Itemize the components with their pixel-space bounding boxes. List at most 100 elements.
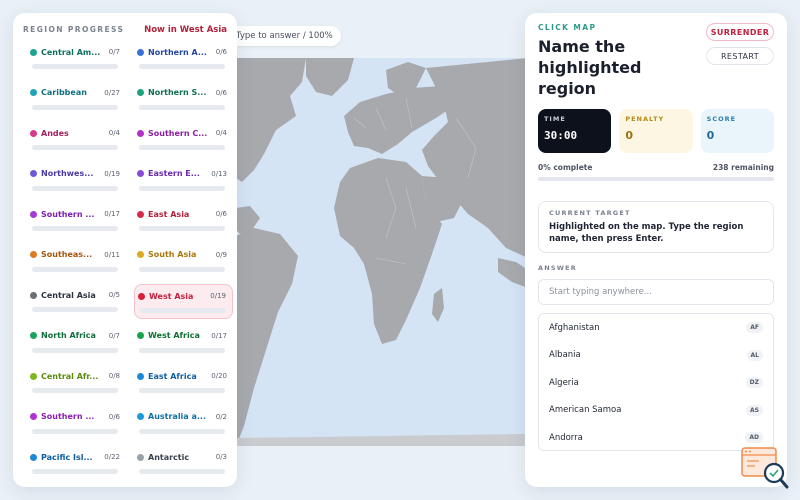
region-name: South Asia <box>148 250 197 259</box>
answer-label: ANSWER <box>538 264 577 272</box>
region-item-header: Eastern E... 0/13 <box>137 166 227 182</box>
region-color-dot-icon <box>30 129 37 137</box>
region-item[interactable]: Northern S... 0/6 <box>134 82 233 117</box>
region-color-dot-icon <box>137 210 144 218</box>
region-name: Pacific Isl... <box>41 452 93 462</box>
region-name: Central Afr... <box>41 371 99 381</box>
region-item-header: Andes 0/4 <box>30 125 120 141</box>
region-name: Antarctic <box>148 452 190 462</box>
region-color-dot-icon <box>137 372 144 380</box>
current-region-indicator: Now in West Asia <box>144 24 227 35</box>
region-name: East Africa <box>148 371 197 381</box>
region-item[interactable]: Caribbean 0/27 <box>27 82 126 117</box>
region-color-dot-icon <box>137 413 144 420</box>
answer-input[interactable] <box>538 279 774 305</box>
penalty-value: 0 <box>625 129 633 142</box>
region-count: 0/17 <box>104 210 120 218</box>
region-item-header: East Asia 0/6 <box>137 206 227 222</box>
region-progress-bar <box>32 185 118 191</box>
region-item-header: Australia a... 0/2 <box>137 409 227 425</box>
region-count: 0/3 <box>215 453 227 461</box>
region-color-dot-icon <box>137 170 144 177</box>
penalty-label: PENALTY <box>625 115 665 123</box>
region-count: 0/11 <box>104 250 120 259</box>
current-target-text: Highlighted on the map. Type the region … <box>549 222 744 244</box>
region-item[interactable]: Southeas... 0/11 <box>27 244 126 279</box>
region-count: 0/6 <box>108 412 120 421</box>
region-color-dot-icon <box>137 332 144 339</box>
region-item[interactable]: East Africa 0/20 <box>134 365 233 400</box>
region-item[interactable]: Antarctic 0/3 <box>134 446 233 481</box>
region-item[interactable]: North Africa 0/7 <box>27 325 126 360</box>
region-item-header: Southern ... 0/17 <box>30 206 120 222</box>
region-item[interactable]: Eastern E... 0/13 <box>134 163 233 198</box>
region-name: Northwes... <box>41 169 94 178</box>
region-item[interactable]: Central Afr... 0/8 <box>27 365 126 400</box>
region-progress-bar <box>139 428 225 434</box>
region-color-dot-icon <box>137 251 144 258</box>
region-item[interactable]: Central Am... 0/7 <box>27 41 126 76</box>
region-progress-bar <box>139 388 225 393</box>
region-progress-panel: REGION PROGRESS Now in West Asia Central… <box>13 13 237 487</box>
region-item[interactable]: Southern ... 0/17 <box>27 203 126 238</box>
region-progress-title: REGION PROGRESS <box>23 25 125 34</box>
region-count: 0/2 <box>215 412 227 421</box>
world-map-svg[interactable] <box>236 58 528 446</box>
region-color-dot-icon <box>30 89 37 96</box>
region-item-header: North Africa 0/7 <box>30 328 120 344</box>
region-item-header: Central Asia 0/5 <box>30 287 120 303</box>
region-item[interactable]: East Asia 0/6 <box>134 203 233 238</box>
suggestion-item[interactable]: Albania AL <box>539 342 773 370</box>
region-count: 0/6 <box>215 88 227 97</box>
region-item[interactable]: Central Asia 0/5 <box>27 284 126 319</box>
progress-row: 0% complete 238 remaining <box>538 163 774 172</box>
region-name: Central Asia <box>41 290 96 300</box>
region-progress-bar <box>32 307 118 312</box>
region-item[interactable]: South Asia 0/9 <box>134 244 233 279</box>
region-color-dot-icon <box>137 48 144 56</box>
suggestion-name: Andorra <box>549 432 583 443</box>
region-item[interactable]: Andes 0/4 <box>27 122 126 157</box>
app-logo-icon <box>741 447 789 489</box>
region-count: 0/7 <box>108 331 120 340</box>
region-item-header: West Asia 0/19 <box>138 288 226 304</box>
suggestion-item[interactable]: American Samoa AS <box>539 397 773 425</box>
suggestion-name: Algeria <box>549 377 579 388</box>
region-item[interactable]: Australia a... 0/2 <box>134 406 233 441</box>
region-item[interactable]: Southern ... 0/6 <box>27 406 126 441</box>
region-color-dot-icon <box>30 453 37 461</box>
region-name: Southeas... <box>41 250 93 259</box>
quiz-title: Name the highlighted region <box>538 37 642 98</box>
region-progress-bar <box>32 388 118 393</box>
score-stat: SCORE 0 <box>700 109 774 153</box>
suggestion-item[interactable]: Andorra AD <box>539 424 773 450</box>
time-value: 30:00 <box>544 129 578 142</box>
region-count: 0/19 <box>104 169 120 178</box>
region-item-header: Northwes... 0/19 <box>30 166 120 182</box>
region-name: Andes <box>41 128 69 138</box>
region-count: 0/22 <box>104 453 120 461</box>
suggestion-name: Albania <box>549 350 581 361</box>
suggestion-list: Afghanistan AF Albania AL Algeria DZ American … <box>538 313 774 451</box>
region-progress-header: REGION PROGRESS Now in West Asia <box>13 13 237 37</box>
region-color-dot-icon <box>137 89 144 96</box>
region-item[interactable]: Pacific Isl... 0/22 <box>27 446 126 481</box>
region-progress-bar <box>32 64 118 69</box>
surrender-button[interactable]: SURRENDER <box>706 23 774 41</box>
region-item-header: Northern A... 0/6 <box>137 44 227 60</box>
region-progress-bar <box>139 266 225 272</box>
progress-percent: 0% complete <box>538 163 593 172</box>
region-color-dot-icon <box>137 453 144 461</box>
region-item[interactable]: West Asia 0/19 <box>134 284 233 319</box>
region-item-header: West Africa 0/17 <box>137 328 227 344</box>
world-map[interactable] <box>236 58 528 446</box>
region-item[interactable]: Northwes... 0/19 <box>27 163 126 198</box>
suggestion-item[interactable]: Afghanistan AF <box>539 314 773 342</box>
stats-row: TIME 30:00 PENALTY 0 SCORE 0 <box>538 109 774 153</box>
region-progress-bar <box>139 145 225 150</box>
region-item[interactable]: Southern C... 0/4 <box>134 122 233 157</box>
restart-button[interactable]: RESTART <box>706 47 774 65</box>
region-item[interactable]: West Africa 0/17 <box>134 325 233 360</box>
suggestion-item[interactable]: Algeria DZ <box>539 369 773 397</box>
region-item[interactable]: Northern A... 0/6 <box>134 41 233 76</box>
